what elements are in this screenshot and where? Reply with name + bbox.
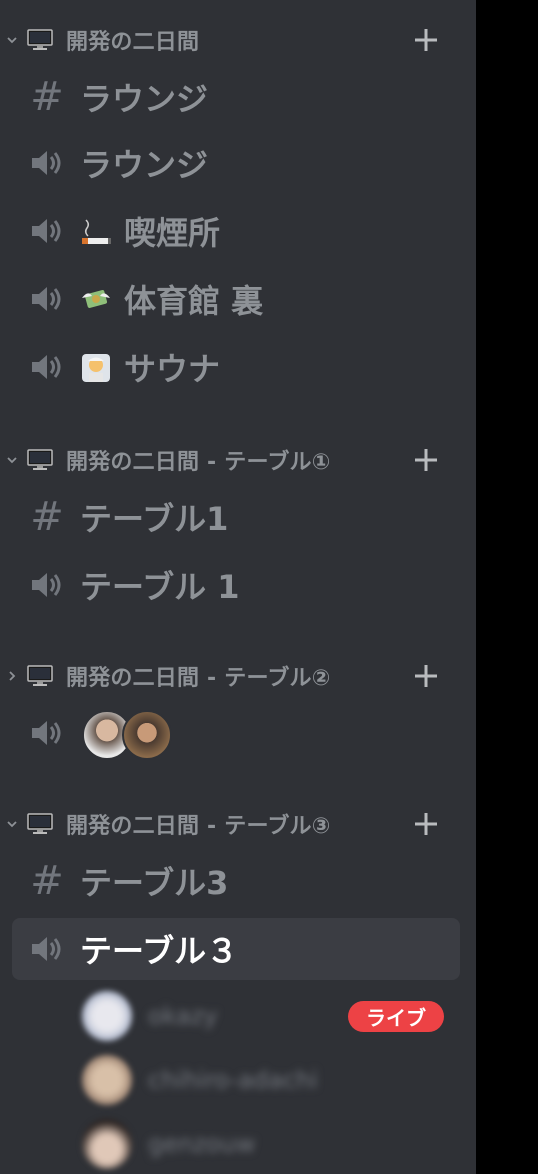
cigarette-emoji-icon: [80, 216, 112, 248]
channel-voice-lounge[interactable]: ラウンジ: [12, 132, 460, 194]
channel-name: テーブル 1: [80, 568, 240, 606]
add-channel-plus-icon[interactable]: [412, 662, 440, 690]
channel-voice-table3[interactable]: テーブル３: [12, 918, 460, 980]
live-badge: ライブ: [348, 1001, 444, 1032]
hash-icon: #: [30, 74, 64, 120]
speaker-icon: [28, 348, 66, 386]
speaker-icon: [28, 144, 66, 182]
speaker-icon: [28, 566, 66, 604]
add-channel-plus-icon[interactable]: [412, 810, 440, 838]
channel-name: テーブル1: [80, 500, 229, 538]
avatar: [82, 1119, 132, 1169]
add-channel-plus-icon[interactable]: [412, 26, 440, 54]
person-in-steamy-room-emoji-icon: [80, 352, 112, 384]
voice-user[interactable]: chihiro-adachi: [82, 1054, 460, 1106]
category-name: 開発の二日間 - テーブル③: [66, 814, 331, 839]
channel-name: ラウンジ: [80, 146, 209, 184]
category-name: 開発の二日間 - テーブル①: [66, 450, 331, 475]
channel-name: ラウンジ: [80, 80, 209, 118]
chevron-down-icon[interactable]: [4, 20, 20, 60]
avatar: [82, 1055, 132, 1105]
avatar: [82, 991, 132, 1041]
chevron-down-icon[interactable]: [4, 804, 20, 844]
speaker-icon: [28, 212, 66, 250]
category-header[interactable]: 開発の二日間 - テーブル②: [0, 656, 476, 696]
channel-name: サウナ: [124, 350, 221, 388]
channel-text-table1[interactable]: # テーブル1: [12, 486, 460, 548]
speaker-icon: [28, 930, 66, 968]
voice-user-name: chihiro-adachi: [148, 1066, 318, 1094]
channel-voice-table1[interactable]: テーブル 1: [12, 554, 460, 616]
channel-voice-sauna[interactable]: サウナ: [12, 336, 460, 398]
category-header[interactable]: 開発の二日間 - テーブル①: [0, 440, 476, 480]
channel-voice-collapsed[interactable]: [12, 702, 460, 764]
avatar[interactable]: [122, 710, 172, 760]
category-header[interactable]: 開発の二日間 - テーブル③: [0, 804, 476, 844]
monitor-icon: [27, 665, 53, 687]
channel-text-table3[interactable]: # テーブル3: [12, 850, 460, 912]
channel-sidebar: 開発の二日間 # ラウンジ ラウンジ 喫煙所 体育館 裏 サウナ 開発の二日間 …: [0, 0, 476, 1174]
monitor-icon: [27, 813, 53, 835]
channel-name-wrap: 体育館 裏: [80, 276, 263, 322]
category-name: 開発の二日間: [66, 30, 200, 55]
channel-name-wrap: 喫煙所: [80, 208, 220, 254]
channel-voice-gym[interactable]: 体育館 裏: [12, 268, 460, 330]
channel-text-lounge[interactable]: # ラウンジ: [12, 66, 460, 128]
chevron-down-icon[interactable]: [4, 440, 20, 480]
channel-name: 喫煙所: [124, 214, 221, 252]
hash-icon: #: [30, 494, 64, 540]
voice-user[interactable]: genzouw: [82, 1118, 460, 1170]
category-name: 開発の二日間 - テーブル②: [66, 666, 331, 691]
voice-user-name: okazy: [148, 1002, 218, 1030]
voice-user-name: genzouw: [148, 1130, 256, 1158]
channel-name: テーブル3: [80, 864, 229, 902]
speaker-icon: [28, 714, 66, 752]
add-channel-plus-icon[interactable]: [412, 446, 440, 474]
monitor-icon: [27, 449, 53, 471]
speaker-icon: [28, 280, 66, 318]
channel-name: 体育館 裏: [124, 282, 264, 320]
category-header[interactable]: 開発の二日間: [0, 20, 476, 60]
chevron-right-icon[interactable]: [4, 656, 20, 696]
hash-icon: #: [30, 858, 64, 904]
money-wings-emoji-icon: [80, 284, 112, 316]
channel-name: テーブル３: [80, 932, 239, 970]
channel-voice-smoking[interactable]: 喫煙所: [12, 200, 460, 262]
channel-name-wrap: サウナ: [80, 344, 220, 390]
monitor-icon: [27, 29, 53, 51]
